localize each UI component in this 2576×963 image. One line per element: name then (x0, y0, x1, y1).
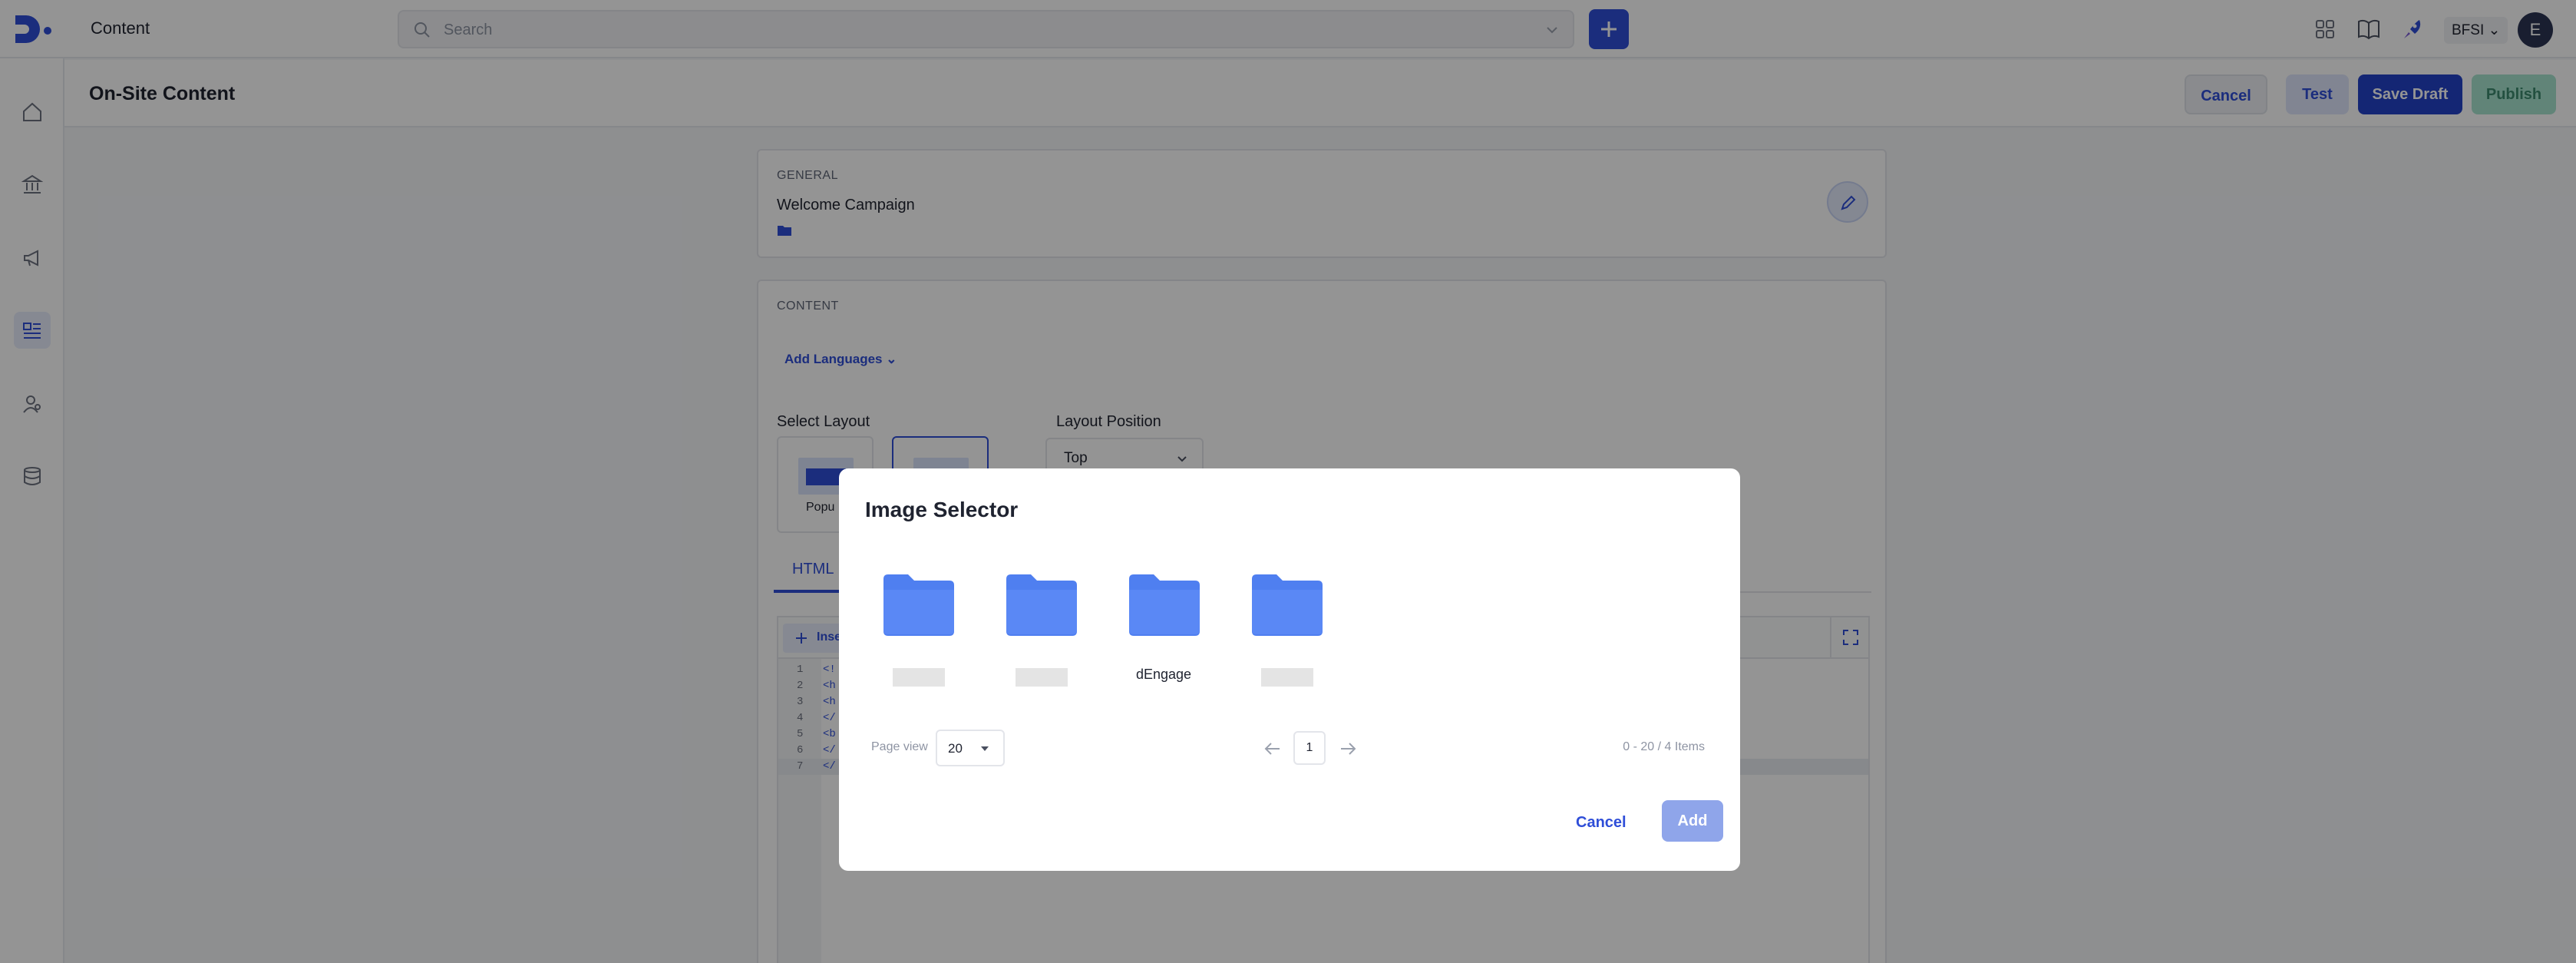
folder-icon (883, 574, 954, 636)
folder-name: dEngage (1135, 667, 1192, 682)
folder-name-redacted (1261, 668, 1313, 687)
folder-name-redacted (893, 668, 945, 687)
folder-name-redacted (1016, 668, 1068, 687)
folder-item[interactable] (876, 573, 960, 688)
folder-item[interactable]: dEngage (1121, 573, 1206, 688)
folder-item[interactable] (999, 573, 1083, 688)
modal-add-button[interactable]: Add (1662, 800, 1723, 842)
caret-down-icon (981, 746, 989, 751)
next-page-button[interactable] (1336, 737, 1359, 760)
page-view-label: Page view (871, 740, 928, 753)
modal-cancel-button[interactable]: Cancel (1576, 814, 1627, 832)
folder-icon (1006, 574, 1077, 636)
folder-icon (1252, 574, 1323, 636)
arrow-left-icon (1264, 743, 1280, 755)
items-count: 0 - 20 / 4 Items (1623, 740, 1705, 753)
modal-title: Image Selector (865, 498, 1019, 521)
folder-item[interactable] (1244, 573, 1329, 688)
current-page[interactable]: 1 (1293, 731, 1326, 765)
page-size-select[interactable]: 20 (936, 730, 1005, 766)
folder-icon (1129, 574, 1200, 636)
page-size-value: 20 (948, 741, 963, 756)
image-selector-modal: Image Selector dEngage Page view 20 1 0 … (839, 468, 1740, 871)
arrow-right-icon (1341, 743, 1356, 755)
prev-page-button[interactable] (1261, 737, 1284, 760)
